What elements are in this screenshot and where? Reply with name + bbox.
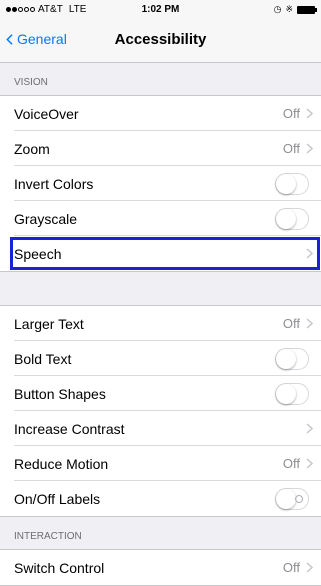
row-increase-contrast[interactable]: Increase Contrast bbox=[0, 411, 321, 446]
grayscale-toggle[interactable] bbox=[275, 207, 309, 230]
row-larger-text[interactable]: Larger Text Off bbox=[0, 306, 321, 341]
row-label: Bold Text bbox=[14, 350, 72, 367]
status-bar: AT&T LTE 1:02 PM ◷ ※ bbox=[0, 0, 321, 20]
alarm-icon: ◷ bbox=[273, 4, 282, 14]
row-label: Increase Contrast bbox=[14, 420, 125, 437]
row-on-off-labels: On/Off Labels bbox=[0, 481, 321, 516]
row-label: Button Shapes bbox=[14, 385, 106, 402]
row-detail: Off bbox=[283, 550, 313, 585]
row-value: Off bbox=[282, 560, 300, 575]
row-label: Grayscale bbox=[14, 210, 78, 227]
row-button-shapes: Button Shapes bbox=[0, 376, 321, 411]
row-reduce-motion[interactable]: Reduce Motion Off bbox=[0, 446, 321, 481]
row-label: Larger Text bbox=[14, 315, 84, 332]
row-detail: Off bbox=[283, 306, 313, 341]
row-label: Invert Colors bbox=[14, 175, 94, 192]
row-value: Off bbox=[282, 316, 300, 331]
row-value: Off bbox=[282, 456, 300, 471]
chevron-right-icon bbox=[306, 458, 313, 469]
row-detail bbox=[306, 411, 313, 446]
chevron-right-icon bbox=[306, 423, 313, 434]
row-grayscale: Grayscale bbox=[0, 201, 321, 236]
row-detail: Off bbox=[283, 446, 313, 481]
row-invert-colors: Invert Colors bbox=[0, 166, 321, 201]
invert-colors-toggle[interactable] bbox=[275, 172, 309, 195]
bluetooth-icon: ※ bbox=[285, 4, 293, 14]
row-label: Switch Control bbox=[14, 559, 105, 576]
row-label: VoiceOver bbox=[14, 105, 79, 122]
row-label: On/Off Labels bbox=[14, 490, 101, 507]
text-group: Larger Text Off Bold Text Button Shapes … bbox=[0, 305, 321, 517]
battery-icon bbox=[297, 5, 317, 14]
row-zoom[interactable]: Zoom Off bbox=[0, 131, 321, 166]
status-right: ◷ ※ bbox=[273, 4, 317, 15]
section-header-interaction: INTERACTION bbox=[14, 531, 82, 542]
row-label: Reduce Motion bbox=[14, 455, 109, 472]
navigation-bar: General Accessibility bbox=[0, 20, 321, 63]
chevron-right-icon bbox=[306, 108, 313, 119]
page-title: Accessibility bbox=[114, 31, 207, 48]
button-shapes-toggle[interactable] bbox=[275, 382, 309, 405]
speech-highlight-box bbox=[10, 237, 320, 270]
row-label: Zoom bbox=[14, 140, 50, 157]
chevron-right-icon bbox=[306, 318, 313, 329]
row-value: Off bbox=[282, 106, 300, 121]
row-switch-control[interactable]: Switch Control Off bbox=[0, 550, 321, 585]
chevron-right-icon bbox=[306, 562, 313, 573]
off-label-icon bbox=[295, 494, 303, 503]
on-off-labels-toggle[interactable] bbox=[275, 487, 309, 510]
chevron-right-icon bbox=[306, 143, 313, 154]
bold-text-toggle[interactable] bbox=[275, 347, 309, 370]
section-header-vision: VISION bbox=[14, 77, 48, 88]
interaction-group: Switch Control Off bbox=[0, 549, 321, 586]
row-voiceover[interactable]: VoiceOver Off bbox=[0, 96, 321, 131]
row-bold-text: Bold Text bbox=[0, 341, 321, 376]
row-detail: Off bbox=[283, 131, 313, 166]
row-detail: Off bbox=[283, 96, 313, 131]
row-value: Off bbox=[282, 141, 300, 156]
